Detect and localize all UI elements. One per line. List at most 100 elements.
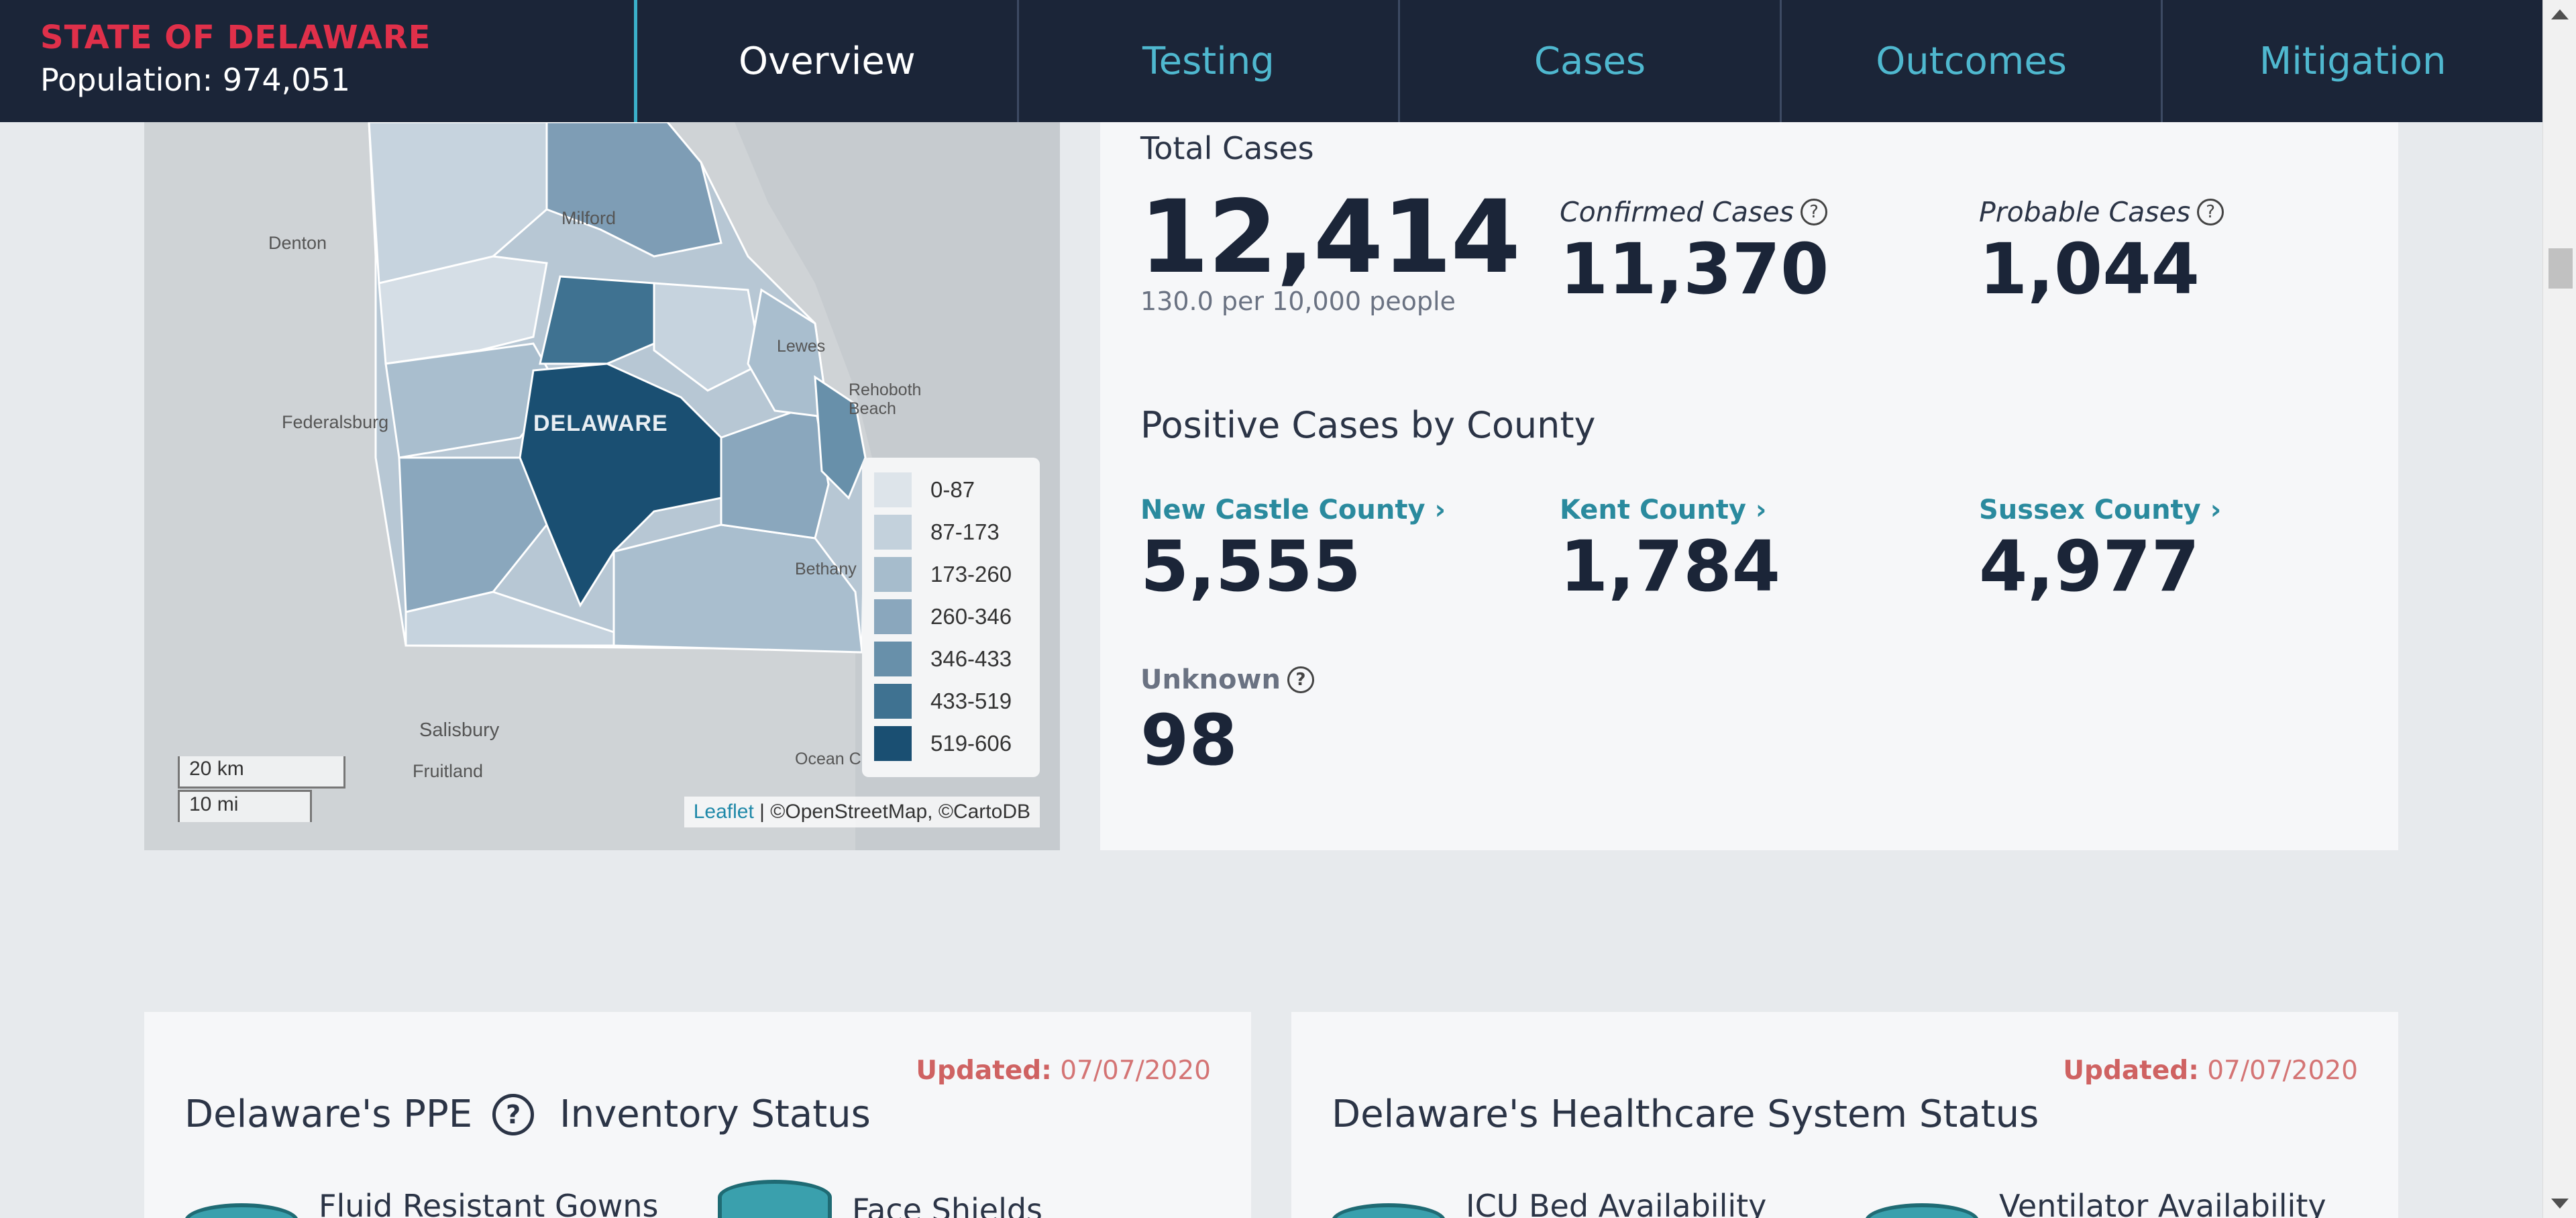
place-label: Lewes	[777, 337, 826, 356]
question-circle-icon[interactable]: ?	[1800, 199, 1827, 225]
ppe-item-label: Fluid Resistant Gowns	[319, 1188, 659, 1218]
legend-range: 433-519	[930, 688, 1012, 713]
place-label: Rehoboth Beach	[849, 380, 922, 418]
total-cases-label: Total Cases	[1140, 130, 1314, 166]
county-sussex: Sussex County › 4,977	[1979, 495, 2221, 607]
healthcare-card-title: Delaware's Healthcare System Status	[1332, 1093, 2039, 1136]
county-name[interactable]: Kent County	[1560, 495, 1746, 525]
place-label: Bethany	[795, 560, 857, 578]
confirmed-cases-value: 11,370	[1560, 228, 1829, 310]
legend-row: 173-260	[874, 553, 1028, 595]
legend-row: 346-433	[874, 638, 1028, 680]
county-name[interactable]: Sussex County	[1979, 495, 2201, 525]
icu-bed-gauge-icon	[1332, 1203, 1446, 1218]
probable-cases-value: 1,044	[1979, 228, 2200, 310]
legend-swatch	[874, 514, 912, 550]
legend-range: 87-173	[930, 519, 1000, 544]
ventilator-gauge-icon	[1865, 1203, 1979, 1218]
legend-row: 433-519	[874, 680, 1028, 722]
legend-row: 260-346	[874, 595, 1028, 638]
leaflet-link[interactable]: Leaflet	[694, 801, 754, 823]
county-kent: Kent County › 1,784	[1560, 495, 1780, 607]
state-label: DELAWARE	[533, 411, 668, 436]
ppe-card-title: Delaware's PPE ? Inventory Status	[184, 1093, 871, 1136]
legend-range: 346-433	[930, 646, 1012, 671]
tab-cases[interactable]: Cases	[1400, 0, 1782, 122]
legend-swatch	[874, 725, 912, 761]
tab-mitigation[interactable]: Mitigation	[2163, 0, 2542, 122]
unknown-label: Unknown?	[1140, 664, 1314, 695]
unknown-value: 98	[1140, 699, 1238, 781]
tab-outcomes[interactable]: Outcomes	[1782, 0, 2163, 122]
county-link-sussex[interactable]: Sussex County ›	[1979, 495, 2221, 525]
legend-swatch	[874, 556, 912, 592]
county-value-new-castle: 5,555	[1140, 525, 1361, 607]
legend-swatch	[874, 641, 912, 676]
probable-cases-label-text: Probable Cases	[1979, 196, 2191, 228]
ppe-inventory-card: Updated: 07/07/2020 Delaware's PPE ? Inv…	[144, 1012, 1251, 1218]
tab-testing[interactable]: Testing	[1019, 0, 1401, 122]
map-legend: 0-87 87-173 173-260 260-346 346-433 433-…	[862, 458, 1040, 777]
map-region[interactable]	[539, 275, 655, 365]
scrollbar-thumb[interactable]	[2548, 248, 2573, 289]
county-new-castle: New Castle County › 5,555	[1140, 495, 1446, 607]
place-label: Federalsburg	[282, 412, 389, 432]
county-value-kent: 1,784	[1560, 525, 1780, 607]
confirmed-cases-label-text: Confirmed Cases	[1560, 196, 1794, 228]
population-text: Population: 974,051	[40, 62, 351, 98]
legend-row: 519-606	[874, 722, 1028, 764]
case-stats-panel: Total Cases 12,414 130.0 per 10,000 peop…	[1100, 122, 2398, 850]
question-circle-icon[interactable]: ?	[492, 1093, 535, 1135]
updated-date: 07/07/2020	[2207, 1056, 2358, 1086]
place-label: Milford	[561, 208, 616, 228]
ppe-item-label: Face Shields	[852, 1192, 1043, 1218]
cases-choropleth-map[interactable]: Milford Denton Lewes Rehoboth Beach DELA…	[144, 122, 1060, 850]
county-name[interactable]: New Castle County	[1140, 495, 1426, 525]
legend-swatch	[874, 683, 912, 719]
top-navigation-bar: STATE OF DELAWARE Population: 974,051 Ov…	[0, 0, 2542, 122]
place-label: Denton	[268, 233, 327, 253]
confirmed-cases-block: Confirmed Cases? 11,370	[1560, 196, 1829, 310]
scroll-up-icon[interactable]	[2551, 9, 2569, 19]
scale-bar-mi: 10 mi	[178, 790, 312, 822]
county-link-new-castle[interactable]: New Castle County ›	[1140, 495, 1446, 525]
updated-label: Updated:	[916, 1056, 1052, 1086]
updated-date: 07/07/2020	[1060, 1056, 1211, 1086]
ppe-updated-date: Updated: 07/07/2020	[916, 1056, 1211, 1086]
legend-range: 519-606	[930, 730, 1012, 756]
legend-swatch	[874, 472, 912, 507]
total-cases-value: 12,414	[1139, 179, 1521, 296]
healthcare-item-label: ICU Bed Availability	[1466, 1188, 1767, 1218]
place-label: Fruitland	[413, 761, 484, 781]
healthcare-updated-date: Updated: 07/07/2020	[2063, 1056, 2358, 1086]
question-circle-icon[interactable]: ?	[1287, 666, 1314, 693]
legend-range: 260-346	[930, 603, 1012, 629]
attribution-text: | ©OpenStreetMap, ©CartoDB	[753, 801, 1030, 823]
state-title: STATE OF DELAWARE	[40, 19, 431, 56]
probable-cases-label: Probable Cases?	[1979, 196, 2224, 228]
county-value-sussex: 4,977	[1979, 525, 2200, 607]
scale-bar-km: 20 km	[178, 756, 345, 789]
map-attribution: Leaflet | ©OpenStreetMap, ©CartoDB	[684, 797, 1040, 827]
healthcare-status-card: Updated: 07/07/2020 Delaware's Healthcar…	[1291, 1012, 2398, 1218]
gowns-gauge-icon	[184, 1203, 299, 1218]
updated-label: Updated:	[2063, 1056, 2199, 1086]
place-label: Salisbury	[419, 719, 500, 741]
healthcare-item-label: Ventilator Availability	[1999, 1188, 2326, 1218]
probable-cases-block: Probable Cases? 1,044	[1979, 196, 2224, 310]
brand-block: STATE OF DELAWARE Population: 974,051	[0, 0, 637, 122]
cases-by-county-title: Positive Cases by County	[1140, 404, 1596, 446]
tab-overview[interactable]: Overview	[637, 0, 1019, 122]
unknown-label-text: Unknown	[1140, 664, 1281, 695]
ppe-title-left: Delaware's PPE	[184, 1093, 473, 1136]
total-cases-rate: 130.0 per 10,000 people	[1140, 287, 1456, 316]
question-circle-icon[interactable]: ?	[2197, 199, 2224, 225]
ppe-title-right: Inventory Status	[559, 1093, 871, 1136]
legend-row: 0-87	[874, 468, 1028, 511]
page-scrollbar[interactable]	[2542, 0, 2576, 1218]
legend-range: 0-87	[930, 476, 975, 502]
legend-swatch	[874, 599, 912, 634]
scroll-down-icon[interactable]	[2551, 1199, 2569, 1209]
county-link-kent[interactable]: Kent County ›	[1560, 495, 1780, 525]
legend-range: 173-260	[930, 561, 1012, 587]
